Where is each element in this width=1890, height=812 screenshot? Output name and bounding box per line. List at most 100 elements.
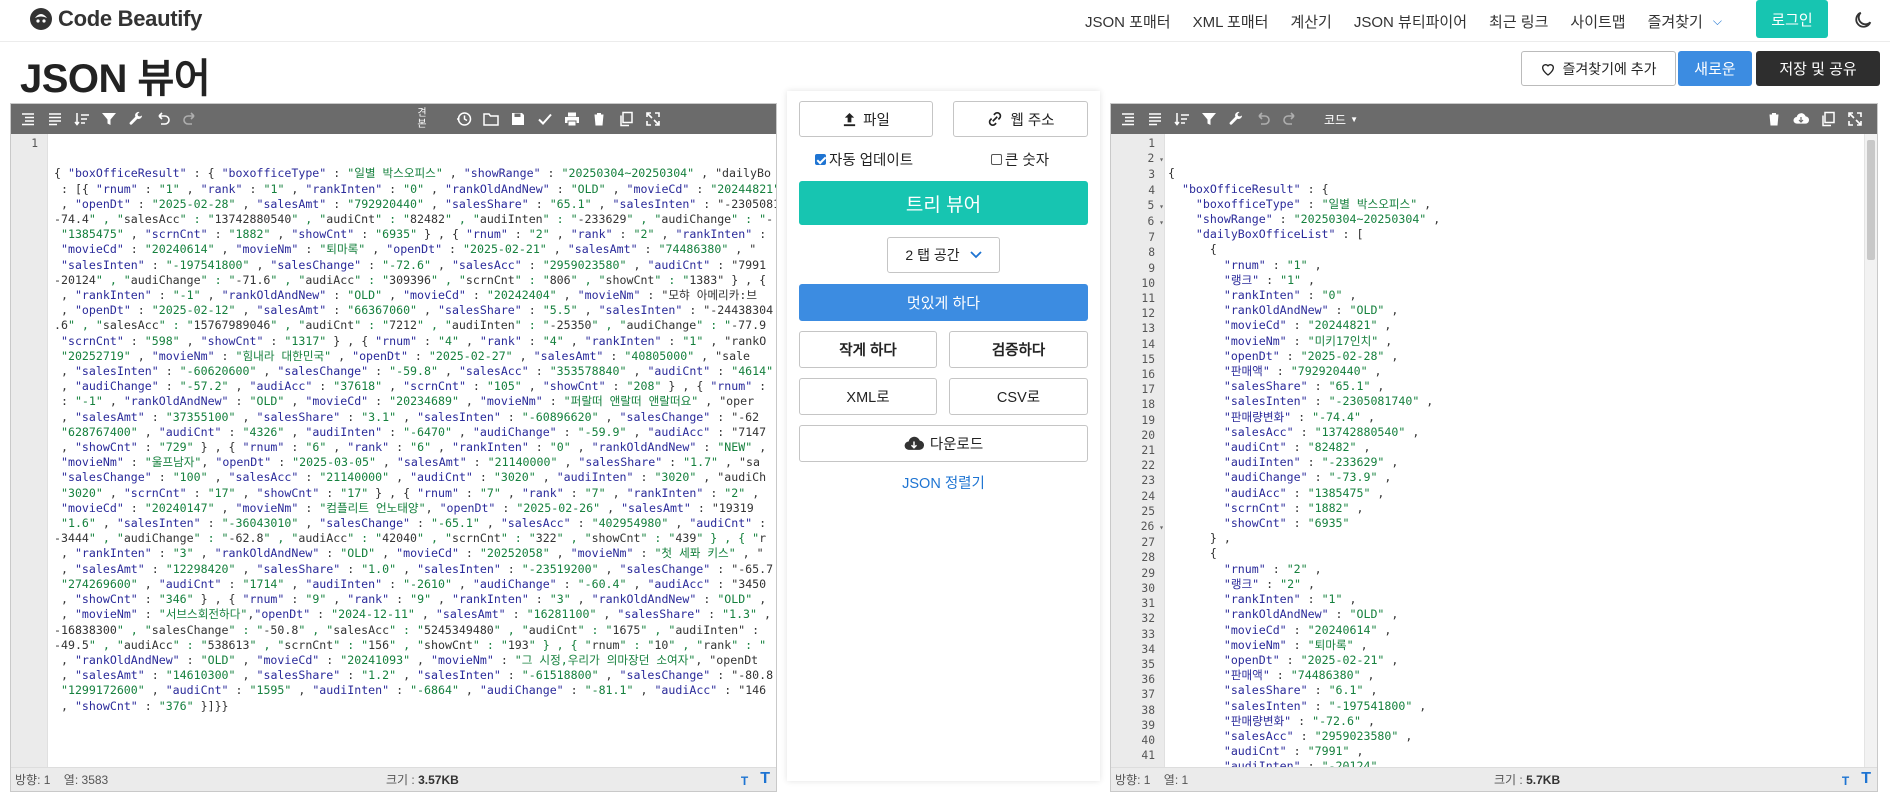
nav-json-formatter[interactable]: JSON 포매터 — [1085, 11, 1171, 32]
code-line: "salesAcc" : "2959023580" , — [1223, 728, 1413, 743]
nav-recent-links[interactable]: 최근 링크 — [1489, 11, 1548, 32]
line-number: 27 — [1141, 536, 1155, 550]
cloud-download-icon[interactable] — [1792, 110, 1810, 128]
save-share-button[interactable]: 저장 및 공유 — [1756, 51, 1880, 86]
line-number: 11 — [1141, 292, 1155, 306]
format-icon[interactable] — [19, 110, 37, 128]
new-button[interactable]: 새로운 — [1678, 51, 1752, 86]
line-number: 21 — [1141, 444, 1155, 458]
code-line: "3020" , "scrnCnt" : "17" , "showCnt" : … — [60, 485, 760, 500]
beautify-button[interactable]: 멋있게 하다 — [799, 284, 1088, 321]
vertical-scrollbar[interactable] — [1864, 134, 1877, 767]
font-smaller-icon[interactable]: T — [741, 774, 748, 788]
undo-icon[interactable] — [154, 110, 172, 128]
validate-button[interactable]: 검증하다 — [949, 331, 1088, 368]
code-line: "audiInten" : "-233629" , — [1223, 455, 1399, 470]
history-icon[interactable] — [455, 110, 473, 128]
sort-icon[interactable] — [1173, 110, 1191, 128]
code-line: { — [1168, 166, 1175, 181]
row-value: 1 — [43, 772, 51, 787]
redo-icon[interactable] — [181, 110, 199, 128]
nav-calculator[interactable]: 계산기 — [1290, 11, 1331, 32]
code-line: "랭크" : "2" , — [1223, 576, 1316, 591]
print-icon[interactable] — [563, 110, 581, 128]
font-smaller-icon[interactable]: T — [1842, 774, 1849, 788]
code-line: "boxofficeType" : "일별 박스오피스" , — [1195, 196, 1432, 211]
brand-logo[interactable]: Code Beautify — [28, 6, 202, 32]
wrench-icon[interactable] — [127, 110, 145, 128]
dark-mode-icon[interactable] — [1852, 9, 1874, 31]
wrench-icon[interactable] — [1227, 110, 1245, 128]
logo-icon — [30, 8, 52, 30]
font-larger-icon[interactable]: T — [1861, 770, 1871, 788]
scrollbar-thumb[interactable] — [1867, 140, 1875, 260]
filter-icon[interactable] — [100, 110, 118, 128]
code-line: "showCnt" : "6935" — [1223, 516, 1350, 531]
controls-panel: 파일 웹 주소 자동 업데이트 큰 숫자 트리 뷰어 2 탭 공간 멋있게 하다… — [787, 91, 1100, 781]
copy-icon[interactable] — [1819, 110, 1837, 128]
delete-icon[interactable] — [590, 110, 608, 128]
filter-icon[interactable] — [1200, 110, 1218, 128]
fold-toggle-icon[interactable]: ▾ — [1154, 218, 1164, 227]
fullscreen-icon[interactable] — [1846, 110, 1864, 128]
compact-icon[interactable] — [46, 110, 64, 128]
input-code-area[interactable]: { "boxOfficeResult" : { "boxofficeType" … — [51, 134, 776, 767]
to-csv-button[interactable]: CSV로 — [949, 378, 1088, 415]
web-url-label: 웹 주소 — [1010, 112, 1055, 129]
line-number: 5 ▾ — [1147, 198, 1164, 212]
undo-icon[interactable] — [1254, 110, 1272, 128]
cloud-download-icon — [904, 436, 924, 450]
file-upload-button[interactable]: 파일 — [799, 101, 933, 137]
add-favorite-label: 즐겨찾기에 추가 — [1562, 60, 1657, 77]
nav-favorites[interactable]: 즐겨찾기 — [1648, 11, 1703, 32]
folder-icon[interactable] — [482, 110, 500, 128]
code-line: "salesInten" : "-197541800" , — [1223, 698, 1427, 713]
font-size-controls[interactable]: TT — [741, 770, 770, 788]
nav-json-beautifier[interactable]: JSON 뷰티파이어 — [1354, 11, 1467, 32]
save-icon[interactable] — [509, 110, 527, 128]
fold-toggle-icon[interactable]: ▾ — [1154, 523, 1164, 532]
font-larger-icon[interactable]: T — [760, 770, 770, 788]
add-favorite-button[interactable]: 즐겨찾기에 추가 — [1521, 51, 1676, 86]
checkbox-unchecked[interactable] — [991, 154, 1002, 165]
code-line: -20124" , "audiChange" : "-71.6" , "audi… — [54, 272, 767, 287]
auto-update-checkbox[interactable]: 자동 업데이트 — [815, 149, 913, 170]
line-number: 12 — [1141, 307, 1155, 321]
login-button[interactable]: 로그인 — [1756, 0, 1828, 38]
sort-icon[interactable] — [73, 110, 91, 128]
line-number: 37 — [1141, 688, 1155, 702]
web-url-button[interactable]: 웹 주소 — [953, 101, 1088, 137]
checkbox-checked[interactable] — [815, 154, 826, 165]
copy-icon[interactable] — [617, 110, 635, 128]
code-line: "audiCnt" : "82482" , — [1223, 440, 1371, 455]
big-numbers-checkbox[interactable]: 큰 숫자 — [991, 149, 1049, 170]
code-line: , "showCnt" : "346" } , { "rnum" : "9" ,… — [54, 592, 767, 607]
redo-icon[interactable] — [1281, 110, 1299, 128]
delete-icon[interactable] — [1765, 110, 1783, 128]
indent-select[interactable]: 2 탭 공간 — [887, 237, 1000, 273]
nav-xml-formatter[interactable]: XML 포매터 — [1193, 11, 1269, 32]
code-line: "1299172600" , "audiCnt" : "1595" , "aud… — [60, 683, 767, 698]
code-line: , "salesAmt" : "14610300" , "salesShare"… — [54, 668, 774, 683]
json-sorter-link[interactable]: JSON 정렬기 — [787, 472, 1100, 493]
format-icon[interactable] — [1119, 110, 1137, 128]
sample-button[interactable]: 견본 — [415, 108, 429, 130]
to-xml-button[interactable]: XML로 — [799, 378, 937, 415]
chevron-down-icon[interactable]: ⌵ — [1713, 14, 1722, 29]
nav-sitemap[interactable]: 사이트맵 — [1570, 11, 1625, 32]
output-code-area[interactable]: { "boxOfficeResult" : { "boxofficeType" … — [1165, 134, 1864, 767]
fold-toggle-icon[interactable]: ▾ — [1154, 155, 1164, 164]
compact-icon[interactable] — [1146, 110, 1164, 128]
fullscreen-icon[interactable] — [644, 110, 662, 128]
tree-viewer-button[interactable]: 트리 뷰어 — [799, 181, 1088, 225]
download-button[interactable]: 다운로드 — [799, 425, 1088, 462]
brand-name: Code Beautify — [58, 6, 203, 31]
row-value: 1 — [1143, 772, 1151, 787]
fold-toggle-icon[interactable]: ▾ — [1154, 202, 1164, 211]
mode-select[interactable]: 코드 ▼ — [1324, 111, 1358, 128]
check-icon[interactable] — [536, 110, 554, 128]
code-line: .6" , "salesAcc" : "15767989046" , "audi… — [54, 318, 767, 333]
font-size-controls[interactable]: TT — [1842, 770, 1871, 788]
code-line: "rnum" : "2" , — [1223, 561, 1322, 576]
minify-button[interactable]: 작게 하다 — [799, 331, 937, 368]
